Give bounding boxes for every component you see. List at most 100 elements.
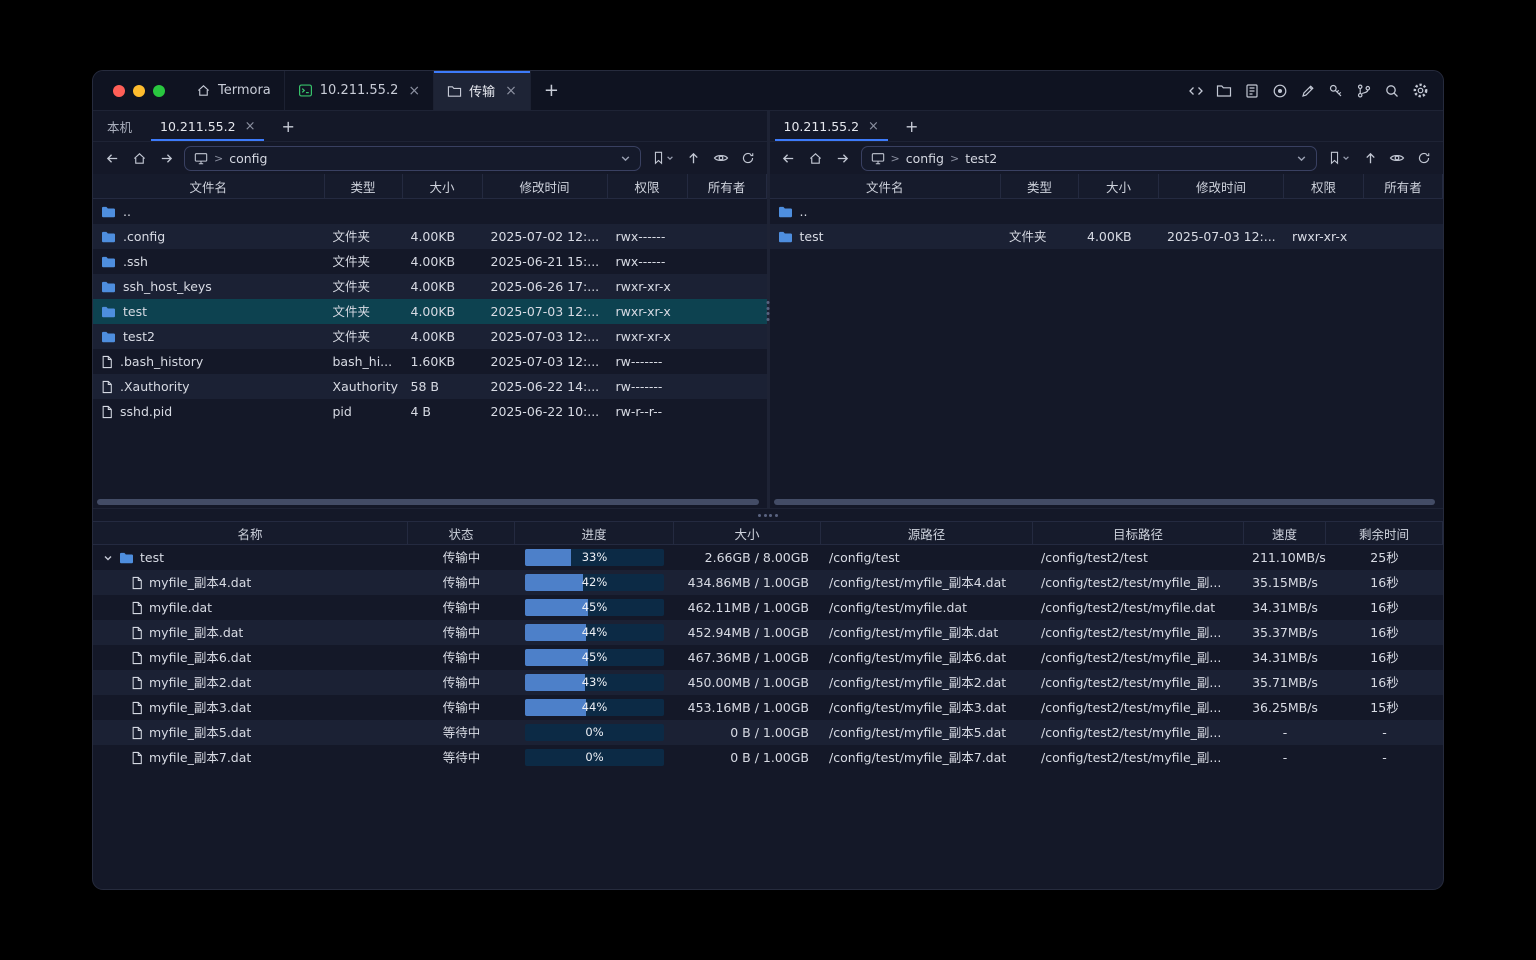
file-name: test [123,299,147,324]
horizontal-scrollbar[interactable] [96,498,764,506]
minimize-window-button[interactable] [133,85,145,97]
breadcrumb-segment[interactable]: test2 [965,151,997,166]
log-icon[interactable] [1239,78,1265,104]
column-header[interactable]: 权限 [1284,174,1364,198]
show-hidden-files-button[interactable] [1385,146,1409,170]
panel-tab-remote[interactable]: 10.211.55.2 × [770,111,893,141]
column-header[interactable]: 所有者 [1364,174,1443,198]
transfer-source-path: /config/test/myfile_副本6.dat [821,645,1033,670]
forward-button[interactable] [831,146,855,170]
transfer-row[interactable]: myfile_副本5.dat等待中0%0 B / 1.00GB/config/t… [93,720,1443,745]
file-row[interactable]: .bash_historybash_hi...1.60KB2025-07-03 … [93,349,767,374]
column-header[interactable]: 权限 [608,174,688,198]
back-button[interactable] [777,146,801,170]
column-header[interactable]: 剩余时间 [1326,522,1443,544]
file-row[interactable]: test文件夹4.00KB2025-07-03 12:...rwxr-xr-x [770,224,1444,249]
back-button[interactable] [100,146,124,170]
transfer-target-path: /config/test2/test/myfile_副... [1033,695,1244,720]
column-header[interactable]: 修改时间 [483,174,608,198]
close-icon[interactable]: × [505,84,517,98]
record-icon[interactable] [1267,78,1293,104]
transfer-row[interactable]: myfile_副本3.dat传输中44%453.16MB / 1.00GB/co… [93,695,1443,720]
key-icon[interactable] [1323,78,1349,104]
transfer-row[interactable]: myfile_副本7.dat等待中0%0 B / 1.00GB/config/t… [93,745,1443,770]
file-row[interactable]: .. [93,199,767,224]
column-header[interactable]: 大小 [1079,174,1159,198]
transfer-row[interactable]: myfile_副本4.dat传输中42%434.86MB / 1.00GB/co… [93,570,1443,595]
transfer-row[interactable]: myfile_副本2.dat传输中43%450.00MB / 1.00GB/co… [93,670,1443,695]
splitter-handle[interactable] [758,514,778,517]
folder-icon[interactable] [1211,78,1237,104]
column-header[interactable]: 文件名 [770,174,1002,198]
horizontal-scrollbar[interactable] [773,498,1441,506]
code-icon[interactable] [1183,78,1209,104]
file-size: 4.00KB [403,249,483,274]
file-row[interactable]: sshd.pidpid4 B2025-06-22 10:...rw-r--r-- [93,399,767,424]
column-header[interactable]: 所有者 [688,174,767,198]
file-row[interactable]: .ssh文件夹4.00KB2025-06-21 15:...rwx------ [93,249,767,274]
bookmark-button[interactable] [647,146,679,170]
up-directory-button[interactable] [1358,146,1382,170]
settings-icon[interactable] [1407,78,1433,104]
new-tab-button[interactable]: + [531,71,572,110]
transfer-row[interactable]: myfile.dat传输中45%462.11MB / 1.00GB/config… [93,595,1443,620]
branch-icon[interactable] [1351,78,1377,104]
breadcrumb-segment[interactable]: config [229,151,267,166]
search-icon[interactable] [1379,78,1405,104]
file-row[interactable]: test2文件夹4.00KB2025-07-03 12:...rwxr-xr-x [93,324,767,349]
scrollbar-thumb[interactable] [774,499,1436,505]
path-breadcrumb[interactable]: >config>test2 [861,146,1318,171]
column-header[interactable]: 大小 [403,174,483,198]
tab-termora-home[interactable]: Termora [183,71,285,110]
zoom-window-button[interactable] [153,85,165,97]
file-row[interactable]: .XauthorityXauthority58 B2025-06-22 14:.… [93,374,767,399]
show-hidden-files-button[interactable] [709,146,733,170]
home-button[interactable] [127,146,151,170]
column-header[interactable]: 状态 [408,522,515,544]
column-header[interactable]: 名称 [93,522,408,544]
refresh-button[interactable] [1412,146,1436,170]
close-icon[interactable]: × [408,84,420,98]
file-row[interactable]: .. [770,199,1444,224]
column-header[interactable]: 目标路径 [1033,522,1244,544]
panel-tab-local[interactable]: 本机 [93,111,146,141]
forward-button[interactable] [154,146,178,170]
chevron-down-icon[interactable] [620,153,631,164]
column-header[interactable]: 类型 [1001,174,1079,198]
edit-icon[interactable] [1295,78,1321,104]
chevron-down-icon[interactable] [103,553,113,563]
column-header[interactable]: 进度 [515,522,674,544]
close-icon[interactable]: × [245,120,256,133]
path-breadcrumb[interactable]: >config [184,146,641,171]
file-row[interactable]: test文件夹4.00KB2025-07-03 12:...rwxr-xr-x [93,299,767,324]
chevron-down-icon[interactable] [1296,153,1307,164]
file-row[interactable]: .config文件夹4.00KB2025-07-02 12:...rwx----… [93,224,767,249]
bookmark-button[interactable] [1323,146,1355,170]
column-header[interactable]: 源路径 [821,522,1033,544]
column-header[interactable]: 修改时间 [1159,174,1284,198]
transfer-row[interactable]: test传输中33%2.66GB / 8.00GB/config/test/co… [93,545,1443,570]
panel-tab-remote[interactable]: 10.211.55.2 × [146,111,269,141]
new-panel-tab-button[interactable]: + [269,111,306,141]
column-header[interactable]: 文件名 [93,174,325,198]
new-panel-tab-button[interactable]: + [893,111,930,141]
close-window-button[interactable] [113,85,125,97]
transfer-row[interactable]: myfile_副本6.dat传输中45%467.36MB / 1.00GB/co… [93,645,1443,670]
tab-transfer[interactable]: 传输 × [434,71,531,110]
file-name-cell: .. [770,199,1002,224]
file-icon [131,726,143,740]
up-directory-button[interactable] [682,146,706,170]
breadcrumb-segment[interactable]: config [906,151,944,166]
close-icon[interactable]: × [868,120,879,133]
refresh-button[interactable] [736,146,760,170]
file-row[interactable]: ssh_host_keys文件夹4.00KB2025-06-26 17:...r… [93,274,767,299]
tab-ssh-session[interactable]: 10.211.55.2 × [285,71,434,110]
titlebar-drag-area [572,71,1183,110]
transfer-row[interactable]: myfile_副本.dat传输中44%452.94MB / 1.00GB/con… [93,620,1443,645]
scrollbar-thumb[interactable] [97,499,759,505]
column-header[interactable]: 速度 [1244,522,1326,544]
transfer-splitter[interactable] [93,508,1443,521]
column-header[interactable]: 类型 [325,174,403,198]
home-button[interactable] [804,146,828,170]
column-header[interactable]: 大小 [674,522,821,544]
